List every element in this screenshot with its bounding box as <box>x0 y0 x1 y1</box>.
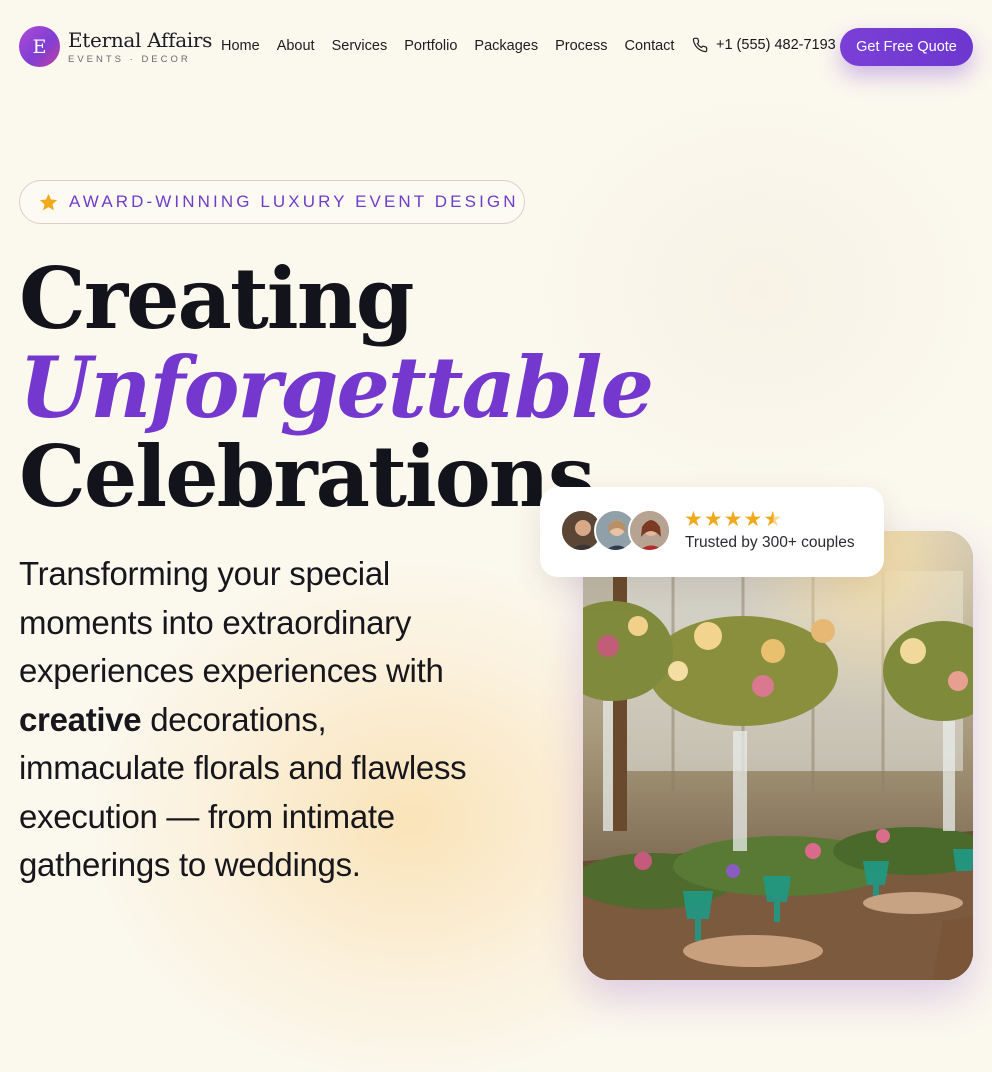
hero-event-photo <box>583 531 973 980</box>
lead-text-start: Transforming your special moments into e… <box>19 555 444 689</box>
rating-stars: ★ ★ ★ ★ ★ <box>684 509 783 530</box>
logo-monogram: E <box>19 26 60 67</box>
hero-description: Transforming your special moments into e… <box>19 550 479 890</box>
phone-link[interactable]: +1 (555) 482-7193 <box>692 37 836 53</box>
phone-number: +1 (555) 482-7193 <box>716 37 836 53</box>
award-badge: AWARD-WINNING LUXURY EVENT DESIGN <box>19 180 525 224</box>
trust-card: ★ ★ ★ ★ ★ Trusted by 300+ couples <box>540 487 884 577</box>
nav-home[interactable]: Home <box>221 38 260 54</box>
avatar <box>628 509 671 552</box>
half-star-icon: ★ <box>763 508 783 531</box>
award-badge-text: AWARD-WINNING LUXURY EVENT DESIGN <box>69 192 519 211</box>
main-menu: Home About Services Portfolio Packages P… <box>221 38 691 54</box>
star-icon: ★ <box>743 508 763 531</box>
brand-logo[interactable]: E Eternal Affairs EVENTS · DECOR <box>19 26 212 67</box>
get-free-quote-button[interactable]: Get Free Quote <box>840 28 973 66</box>
headline-accent: Unforgettable <box>19 338 654 437</box>
customer-avatars <box>560 509 672 553</box>
hero-headline: Creating Unforgettable Celebrations <box>19 249 654 521</box>
nav-process[interactable]: Process <box>555 38 607 54</box>
star-icon <box>39 193 58 210</box>
brand-name: Eternal Affairs <box>68 27 213 52</box>
nav-portfolio[interactable]: Portfolio <box>404 38 457 54</box>
nav-contact[interactable]: Contact <box>624 38 674 54</box>
top-navigation: E Eternal Affairs EVENTS · DECOR Home Ab… <box>0 0 992 94</box>
logo-wordmark: Eternal Affairs EVENTS · DECOR <box>68 29 212 65</box>
star-icon: ★ <box>684 508 703 531</box>
trust-text: Trusted by 300+ couples <box>685 534 855 551</box>
nav-services[interactable]: Services <box>332 38 388 54</box>
nav-about[interactable]: About <box>277 38 315 54</box>
headline-line-1: Creating <box>19 249 415 348</box>
star-icon: ★ <box>723 508 743 531</box>
lead-text-bold: creative <box>19 700 142 738</box>
nav-packages[interactable]: Packages <box>474 38 538 54</box>
phone-icon <box>692 37 708 53</box>
star-icon: ★ <box>703 508 723 531</box>
brand-tagline: EVENTS · DECOR <box>68 53 191 65</box>
